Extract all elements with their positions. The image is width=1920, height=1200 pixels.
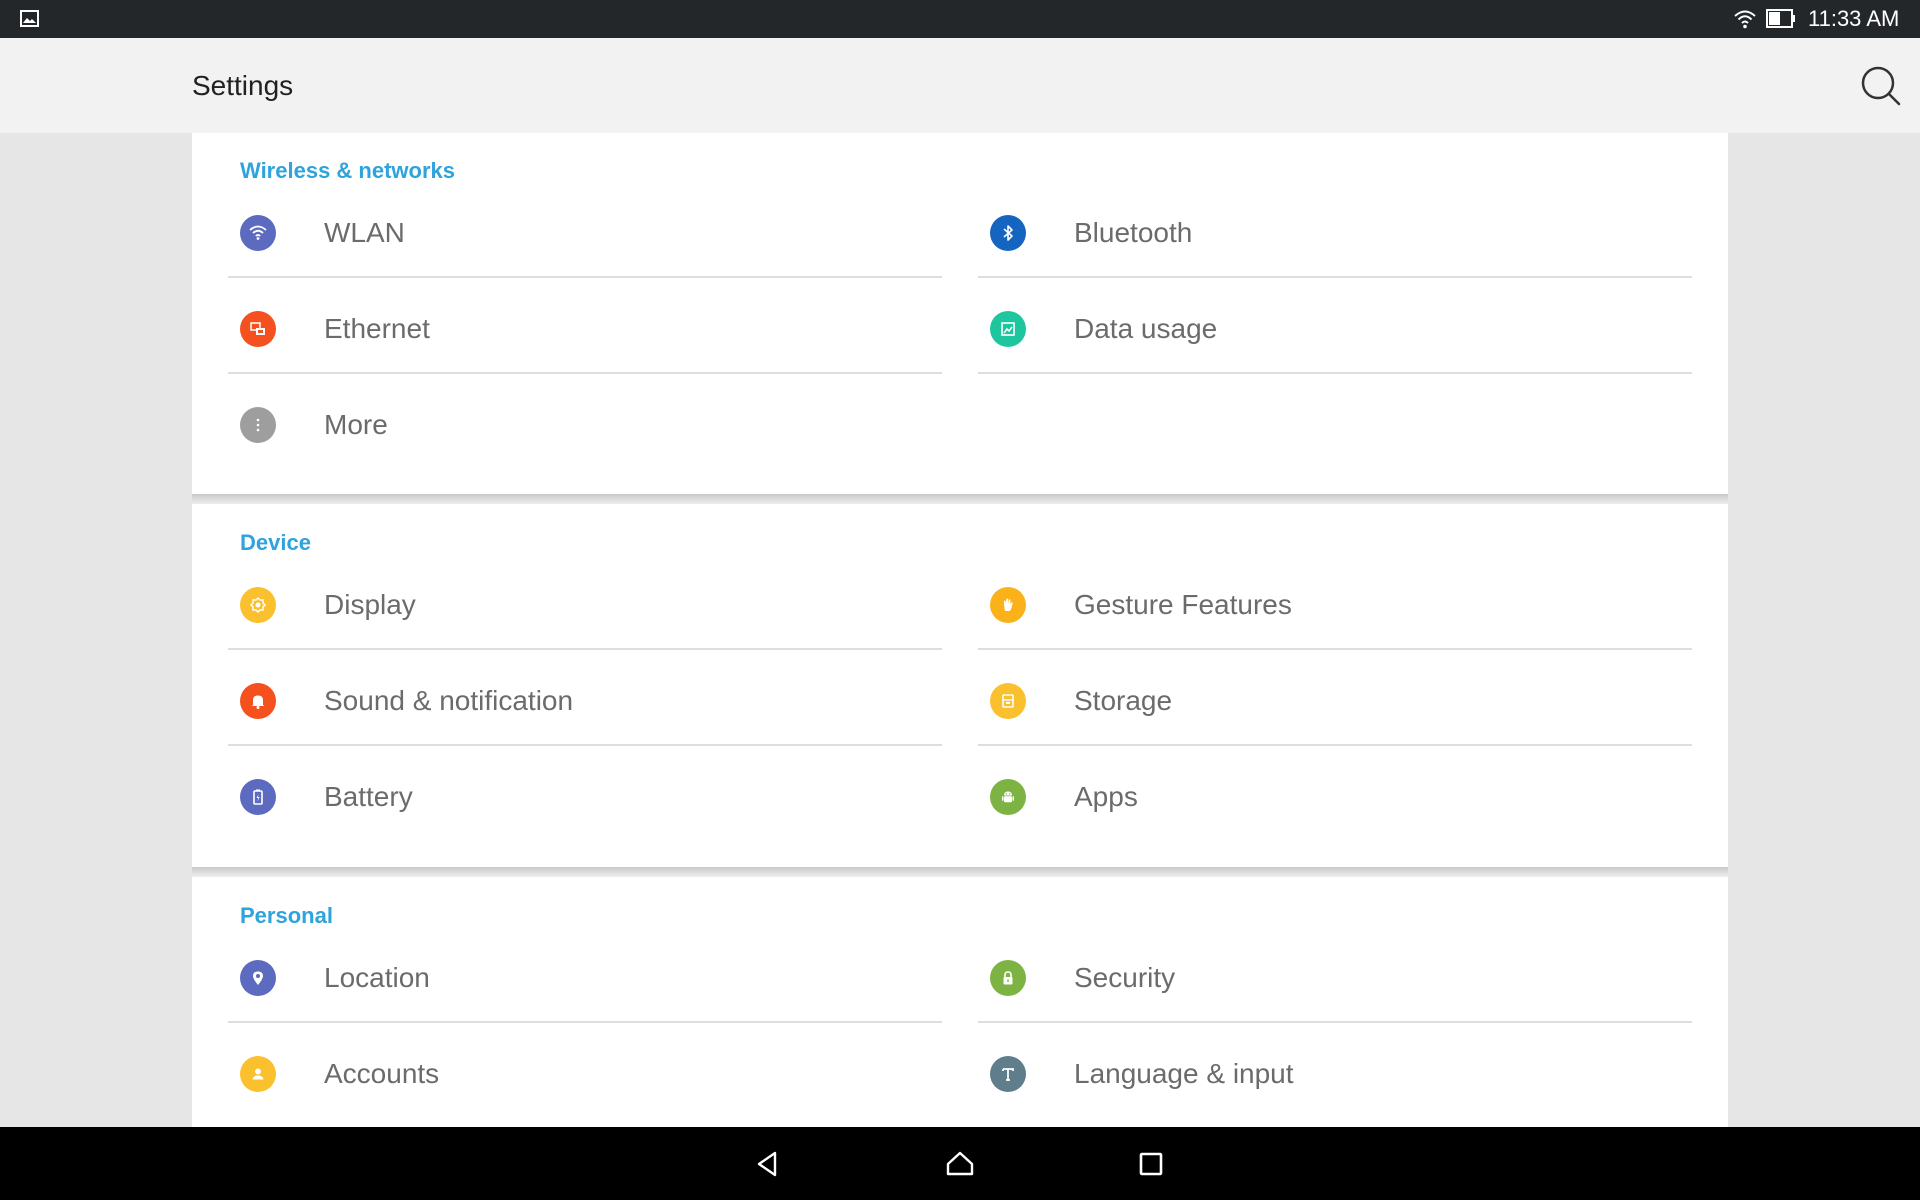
setting-label: Bluetooth [1074, 217, 1193, 248]
section-title: Device [240, 530, 311, 555]
setting-label: Data usage [1074, 313, 1218, 344]
setting-apps[interactable]: Apps [978, 746, 1692, 842]
setting-gesture-features[interactable]: Gesture Features [978, 554, 1692, 650]
setting-label: More [324, 409, 388, 440]
lock-icon [990, 960, 1026, 996]
setting-location[interactable]: Location [228, 927, 942, 1023]
setting-display[interactable]: Display [228, 554, 942, 650]
account-icon [240, 1056, 276, 1092]
search-button[interactable] [1857, 62, 1905, 110]
bluetooth-icon [990, 215, 1026, 251]
bell-icon [240, 683, 276, 719]
setting-label: Language & input [1074, 1058, 1294, 1089]
section-device: Device Display Gesture Features Sound & … [192, 504, 1728, 867]
setting-label: Apps [1074, 781, 1138, 812]
home-icon [946, 1151, 974, 1176]
page-title: Settings [192, 70, 294, 101]
image-notification-icon [20, 10, 39, 27]
setting-battery[interactable]: Battery [228, 746, 942, 842]
recent-apps-icon [1139, 1152, 1163, 1176]
setting-security[interactable]: Security [978, 927, 1692, 1023]
gesture-icon [990, 587, 1026, 623]
setting-label: Location [324, 962, 430, 993]
wifi-signal-icon [1734, 10, 1756, 29]
battery-status-icon [1766, 9, 1795, 28]
status-bar: 11:33 AM [0, 0, 1920, 38]
app-bar: Settings [0, 38, 1920, 133]
ethernet-icon [240, 311, 276, 347]
navigation-bar [0, 1127, 1920, 1200]
search-icon [1861, 66, 1901, 106]
android-icon [990, 779, 1026, 815]
setting-label: Storage [1074, 685, 1173, 716]
setting-ethernet[interactable]: Ethernet [228, 278, 942, 374]
section-separator [192, 867, 1728, 877]
setting-accounts[interactable]: Accounts [228, 1023, 942, 1119]
more-icon [240, 407, 276, 443]
setting-bluetooth[interactable]: Bluetooth [978, 182, 1692, 278]
section-title: Personal [240, 903, 333, 928]
back-icon [757, 1151, 777, 1177]
setting-wlan[interactable]: WLAN [228, 182, 942, 278]
battery-icon [240, 779, 276, 815]
section-title: Wireless & networks [240, 158, 455, 183]
section-wireless-networks: Wireless & networks WLAN Bluetooth Ether… [192, 133, 1728, 494]
storage-icon [990, 683, 1026, 719]
setting-storage[interactable]: Storage [978, 650, 1692, 746]
setting-data-usage[interactable]: Data usage [978, 278, 1692, 374]
status-time: 11:33 AM [1808, 6, 1900, 31]
divider [978, 372, 1692, 374]
setting-label: Sound & notification [324, 685, 574, 716]
section-separator [192, 494, 1728, 504]
section-personal: Personal Location Security Accounts Lang… [192, 877, 1728, 1127]
language-icon [990, 1056, 1026, 1092]
setting-label: Ethernet [324, 313, 430, 344]
setting-sound-notification[interactable]: Sound & notification [228, 650, 942, 746]
setting-more[interactable]: More [228, 374, 942, 470]
location-icon [240, 960, 276, 996]
setting-language-input[interactable]: Language & input [978, 1023, 1692, 1119]
back-button[interactable] [745, 1141, 791, 1187]
settings-list[interactable]: Wireless & networks WLAN Bluetooth Ether… [0, 133, 1920, 1127]
home-button[interactable] [937, 1141, 983, 1187]
setting-label: Battery [324, 781, 413, 812]
data-usage-icon [990, 311, 1026, 347]
wifi-icon [240, 215, 276, 251]
setting-label: WLAN [324, 217, 405, 248]
setting-label: Accounts [324, 1058, 440, 1089]
display-icon [240, 587, 276, 623]
recent-apps-button[interactable] [1128, 1141, 1174, 1187]
setting-label: Gesture Features [1074, 589, 1292, 620]
setting-label: Security [1074, 962, 1176, 993]
setting-label: Display [324, 589, 416, 620]
